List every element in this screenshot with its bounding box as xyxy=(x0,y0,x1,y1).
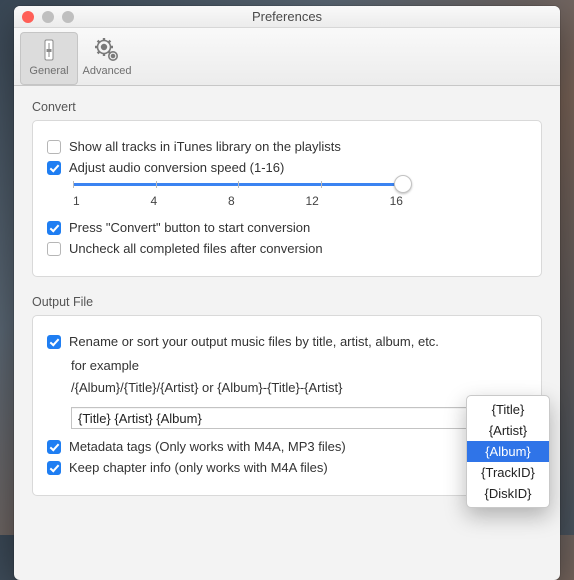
slider-tick-label: 1 xyxy=(73,194,80,208)
slider-tick xyxy=(238,181,239,188)
group-convert: Show all tracks in iTunes library on the… xyxy=(32,120,542,277)
row-rename: Rename or sort your output music files b… xyxy=(47,334,527,349)
zoom-icon[interactable] xyxy=(62,11,74,23)
slider-tick-label: 8 xyxy=(228,194,235,208)
slider-labels: 1 4 8 12 16 xyxy=(73,194,403,208)
group-label-convert: Convert xyxy=(32,100,542,114)
tab-advanced-label: Advanced xyxy=(78,65,136,77)
tab-general-label: General xyxy=(20,65,78,77)
checkbox-show-all-tracks[interactable] xyxy=(47,140,61,154)
pattern-row xyxy=(71,407,527,429)
example-pattern: /{Album}/{Title}/{Artist} or {Album}-{Ti… xyxy=(71,377,527,399)
example-intro: for example xyxy=(71,355,527,377)
group-label-output: Output File xyxy=(32,295,542,309)
slider-tick-label: 4 xyxy=(150,194,157,208)
row-metadata: Metadata tags (Only works with M4A, MP3 … xyxy=(47,439,527,454)
slider-thumb[interactable] xyxy=(394,175,412,193)
pattern-input[interactable] xyxy=(71,407,495,429)
row-show-all-tracks: Show all tracks in iTunes library on the… xyxy=(47,139,527,154)
window-title: Preferences xyxy=(14,9,560,24)
tag-picker-item[interactable]: {DiskID} xyxy=(467,483,549,504)
tag-picker-menu[interactable]: {Title}{Artist}{Album}{TrackID}{DiskID} xyxy=(466,395,550,508)
titlebar: Preferences xyxy=(14,6,560,28)
tag-picker-item[interactable]: {Album} xyxy=(467,441,549,462)
checkbox-metadata[interactable] xyxy=(47,440,61,454)
gear-icon xyxy=(78,35,136,65)
label-chapter: Keep chapter info (only works with M4A f… xyxy=(69,460,328,475)
label-uncheck-completed: Uncheck all completed files after conver… xyxy=(69,241,323,256)
row-adjust-speed: Adjust audio conversion speed (1-16) xyxy=(47,160,527,175)
speed-slider[interactable]: 1 4 8 12 16 xyxy=(73,183,403,208)
row-chapter: Keep chapter info (only works with M4A f… xyxy=(47,460,527,475)
row-uncheck-completed: Uncheck all completed files after conver… xyxy=(47,241,527,256)
close-icon[interactable] xyxy=(22,11,34,23)
checkbox-press-convert[interactable] xyxy=(47,221,61,235)
tab-advanced[interactable]: Advanced xyxy=(78,32,136,85)
minimize-icon[interactable] xyxy=(42,11,54,23)
label-adjust-speed: Adjust audio conversion speed (1-16) xyxy=(69,160,284,175)
label-rename: Rename or sort your output music files b… xyxy=(69,334,439,349)
label-show-all-tracks: Show all tracks in iTunes library on the… xyxy=(69,139,341,154)
tag-picker-item[interactable]: {Artist} xyxy=(467,420,549,441)
slider-tick-label: 12 xyxy=(305,194,318,208)
checkbox-uncheck-completed[interactable] xyxy=(47,242,61,256)
toolbar: General xyxy=(14,28,560,86)
checkbox-rename[interactable] xyxy=(47,335,61,349)
slider-tick xyxy=(321,181,322,188)
tab-general[interactable]: General xyxy=(20,32,78,85)
checkbox-chapter[interactable] xyxy=(47,461,61,475)
label-metadata: Metadata tags (Only works with M4A, MP3 … xyxy=(69,439,346,454)
slider-track xyxy=(73,183,403,186)
tag-picker-item[interactable]: {Title} xyxy=(467,399,549,420)
row-press-convert: Press "Convert" button to start conversi… xyxy=(47,220,527,235)
label-press-convert: Press "Convert" button to start conversi… xyxy=(69,220,310,235)
window-controls xyxy=(22,11,74,23)
tag-picker-item[interactable]: {TrackID} xyxy=(467,462,549,483)
slider-tick xyxy=(156,181,157,188)
checkbox-adjust-speed[interactable] xyxy=(47,161,61,175)
slider-tick xyxy=(73,181,74,188)
slider-tick-label: 16 xyxy=(390,194,403,208)
slider-icon xyxy=(20,35,78,65)
